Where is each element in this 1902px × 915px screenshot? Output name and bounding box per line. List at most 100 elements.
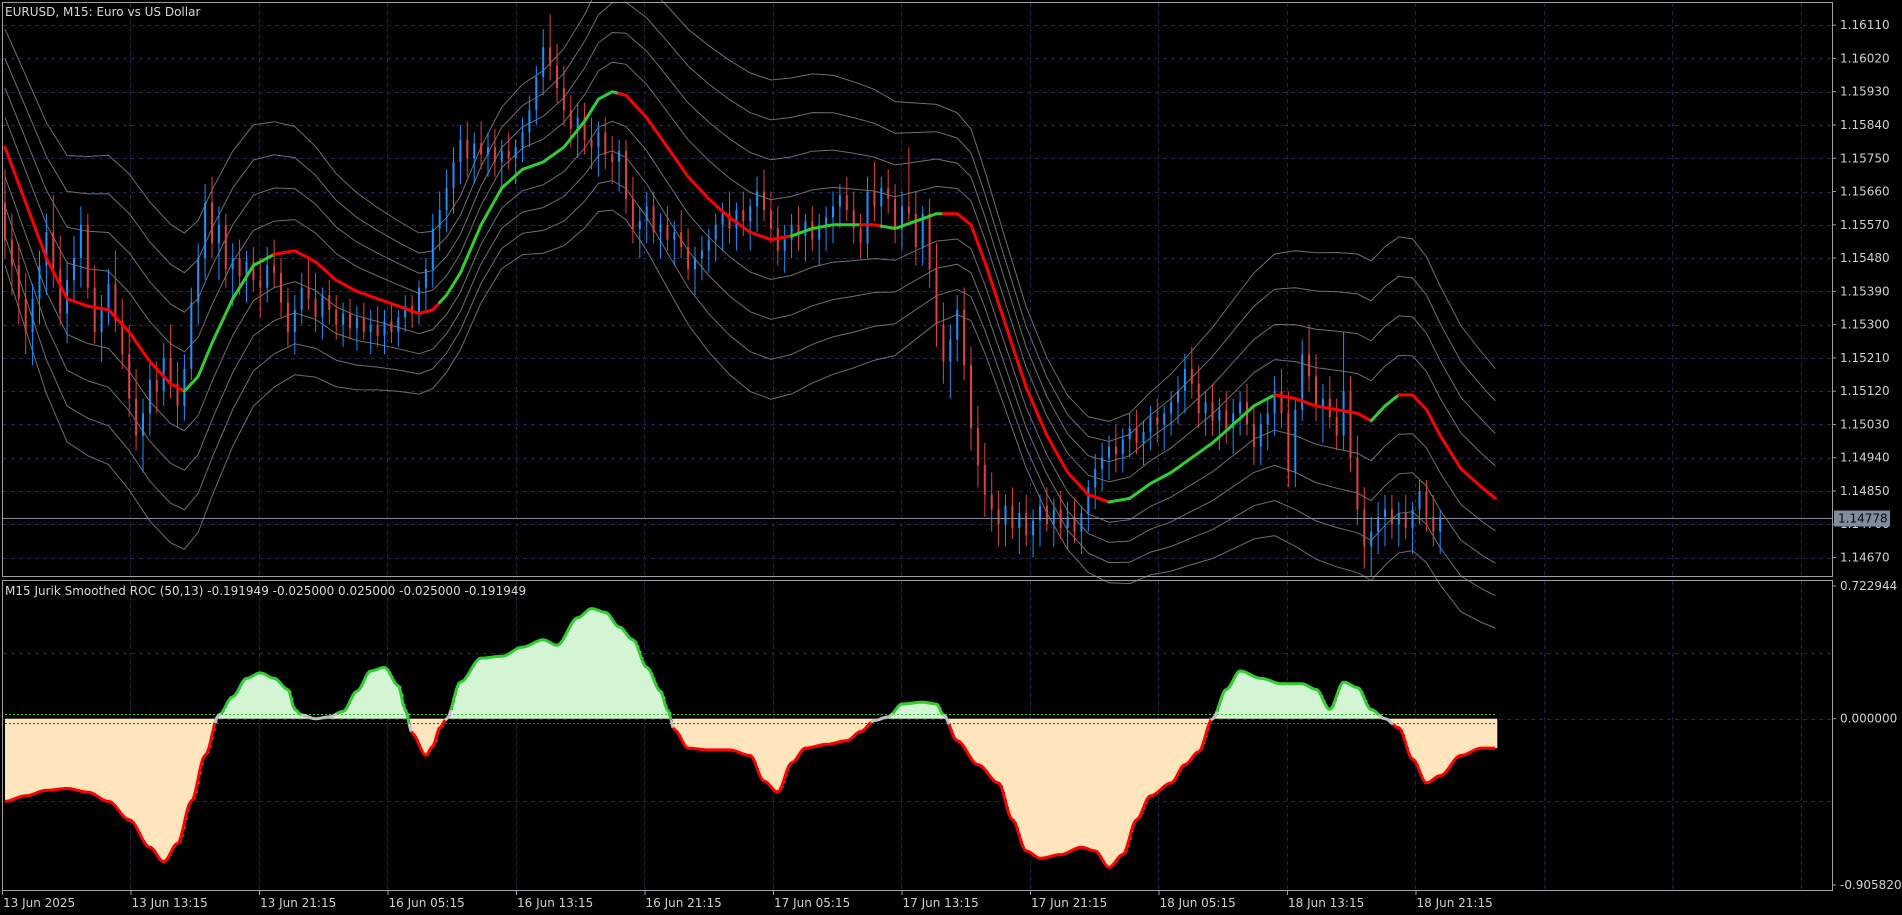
candle-body <box>473 143 476 159</box>
roc-fill-slice <box>363 682 366 719</box>
roc-fill-slice <box>843 718 846 742</box>
roc-fill-slice <box>115 718 118 806</box>
roc-line-segment <box>407 722 413 733</box>
roc-fill-slice <box>1415 718 1418 762</box>
roc-fill-slice <box>567 632 570 719</box>
roc-fill-slice <box>87 718 90 793</box>
price-axis-label: 1.15390 <box>1840 284 1890 298</box>
roc-fill-slice <box>599 610 602 719</box>
roc-fill-slice <box>1055 718 1058 856</box>
roc-fill-slice <box>641 657 644 719</box>
roc-fill-slice <box>1109 718 1112 868</box>
candle-body <box>1094 468 1097 488</box>
roc-fill-slice <box>245 678 248 719</box>
roc-fill-slice <box>251 676 254 719</box>
roc-fill-slice <box>33 718 36 795</box>
roc-fill-slice <box>53 718 56 790</box>
candle-body <box>224 224 227 270</box>
roc-fill-slice <box>973 718 976 762</box>
roc-fill-slice <box>1223 693 1226 719</box>
roc-fill-slice <box>353 695 356 719</box>
candle-body <box>1384 509 1386 517</box>
roc-fill-slice <box>1295 683 1298 719</box>
roc-fill-slice <box>1105 718 1108 865</box>
roc-fill-slice <box>1483 718 1486 749</box>
symbol-title: EURUSD, M15: Euro vs US Dollar <box>5 5 200 19</box>
roc-fill-slice <box>1257 677 1260 719</box>
roc-fill-slice <box>933 703 936 719</box>
roc-fill-slice <box>1115 718 1118 863</box>
candle-body <box>273 265 276 273</box>
roc-fill-slice <box>1243 671 1246 719</box>
roc-fill-slice <box>1453 718 1456 763</box>
roc-fill-slice <box>981 718 984 766</box>
roc-fill-slice <box>1307 685 1310 719</box>
roc-fill-slice <box>1023 718 1026 847</box>
roc-fill-slice <box>773 718 776 790</box>
roc-fill-slice <box>1457 718 1460 758</box>
roc-fill-slice <box>811 718 814 748</box>
candle-body <box>1142 431 1145 443</box>
roc-fill-slice <box>1075 718 1078 849</box>
candle-body <box>673 232 676 240</box>
roc-fill-slice <box>1159 718 1162 792</box>
candle-body <box>659 224 662 233</box>
roc-fill-slice <box>767 718 770 783</box>
candle-body <box>990 494 993 510</box>
roc-fill-slice <box>1471 718 1474 752</box>
candle-body <box>93 287 96 333</box>
trading-chart[interactable]: EURUSD, M15: Euro vs US Dollar M15 Jurik… <box>0 0 1902 915</box>
roc-fill-slice <box>85 718 88 792</box>
roc-fill-slice <box>381 667 384 719</box>
roc-fill-slice <box>1305 684 1308 719</box>
time-axis-label: 18 Jun 13:15 <box>1288 896 1364 910</box>
candle-body <box>204 202 207 259</box>
roc-fill-slice <box>1283 683 1286 719</box>
roc-fill-slice <box>631 639 634 719</box>
roc-fill-slice <box>645 666 648 719</box>
candle-body <box>604 132 607 155</box>
roc-fill-slice <box>753 718 756 759</box>
candle-body <box>666 224 669 240</box>
roc-fill-slice <box>975 718 978 764</box>
roc-fill-slice <box>491 657 494 719</box>
roc-fill-slice <box>279 681 282 719</box>
candle-body <box>480 143 483 155</box>
roc-fill-slice <box>511 652 514 719</box>
price-axis-label: 1.15210 <box>1840 351 1890 365</box>
roc-fill-slice <box>643 662 646 719</box>
candle-body <box>949 339 952 362</box>
roc-fill-slice <box>521 647 524 719</box>
roc-fill-slice <box>987 718 990 773</box>
candle-body <box>832 206 834 218</box>
roc-fill-slice <box>1061 718 1064 855</box>
roc-fill-slice <box>89 718 92 793</box>
candle-body <box>1114 446 1117 455</box>
time-axis-label: 13 Jun 13:15 <box>132 896 208 910</box>
roc-fill-slice <box>385 667 388 719</box>
roc-fill-slice <box>847 718 850 741</box>
candle-body <box>542 47 545 77</box>
roc-fill-slice <box>1303 683 1306 719</box>
candle-body <box>997 509 1000 525</box>
roc-fill-slice <box>415 718 418 736</box>
chart-background <box>0 0 1902 915</box>
candle-body <box>569 110 572 129</box>
roc-fill-slice <box>393 679 396 719</box>
candle-body <box>459 139 462 162</box>
candle-body <box>956 309 959 340</box>
roc-fill-slice <box>815 718 818 747</box>
candle-body <box>521 132 524 148</box>
roc-fill-slice <box>1133 718 1136 826</box>
roc-fill-slice <box>131 718 134 821</box>
roc-fill-slice <box>1081 718 1084 848</box>
roc-fill-slice <box>919 702 922 719</box>
roc-fill-slice <box>153 718 156 850</box>
candle-body <box>645 206 648 222</box>
roc-fill-slice <box>977 718 980 765</box>
roc-fill-slice <box>1103 718 1106 861</box>
candle-body <box>500 150 503 162</box>
roc-fill-slice <box>47 718 50 791</box>
roc-fill-slice <box>779 718 782 792</box>
roc-fill-slice <box>135 718 138 825</box>
